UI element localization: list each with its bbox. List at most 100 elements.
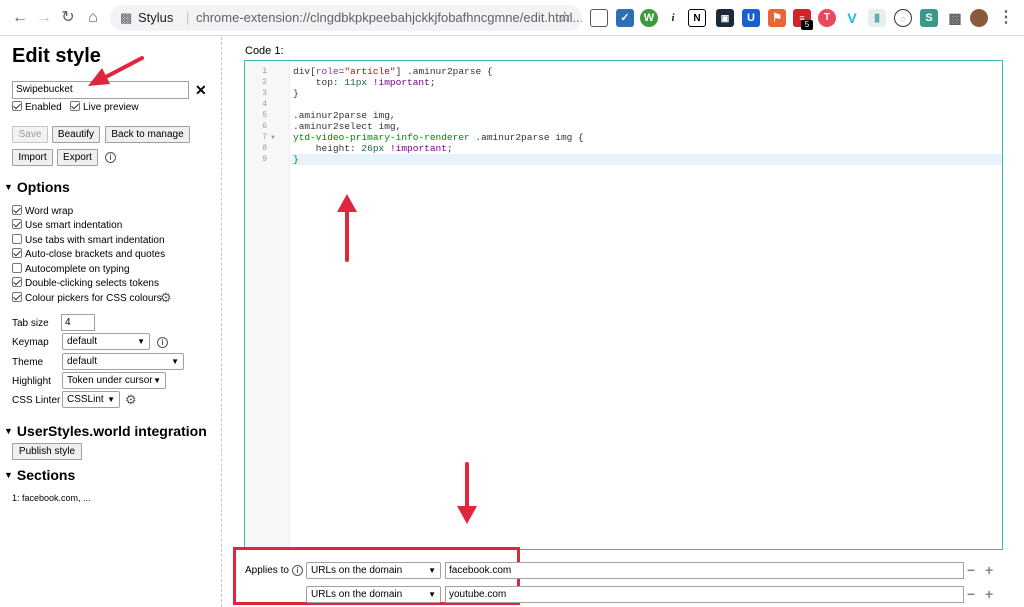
ghost-ext-icon[interactable]: ◌ (894, 9, 912, 27)
url-separator: | (186, 10, 190, 25)
option-autocomplete[interactable]: Autocomplete on typing (12, 263, 130, 275)
highlight-select[interactable]: Token under cursor ▼ (62, 372, 166, 389)
fold-marker-icon[interactable]: ▼ (270, 135, 276, 141)
address-bar[interactable]: ▩ Stylus | chrome-extension://clngdbkpkp… (110, 5, 582, 31)
dark-ext-icon[interactable]: ▣ (716, 9, 734, 27)
css-linter-select[interactable]: CSSLint ▼ (62, 391, 120, 408)
theme-select[interactable]: default ▼ (62, 353, 184, 370)
flag-ext-icon[interactable]: ⚑ (768, 9, 786, 27)
annotation-arrow-applies (457, 462, 477, 524)
card-ext-icon[interactable]: ▮ (868, 9, 886, 27)
url-origin: Stylus (138, 10, 174, 25)
option-auto-close-brackets[interactable]: Auto-close brackets and quotes (12, 248, 165, 260)
applies-value-input[interactable]: youtube.com (445, 586, 964, 603)
save-button[interactable]: Save (12, 126, 48, 143)
profile-avatar[interactable] (970, 9, 988, 27)
notion-ext-icon[interactable]: N (688, 9, 706, 27)
info-icon[interactable]: i (157, 337, 168, 348)
publish-style-button[interactable]: Publish style (12, 443, 82, 460)
tumblr-ext-icon[interactable]: T (818, 9, 836, 27)
pocket-ext-icon[interactable]: ✓ (616, 9, 634, 27)
line-number: 2 (262, 78, 267, 87)
checkbox-icon[interactable] (12, 277, 22, 287)
usw-heading-label: UserStyles.world integration (16, 423, 207, 439)
line-number: 4 (262, 100, 267, 109)
vimeo-ext-icon[interactable]: V (843, 9, 861, 27)
back-to-manage-button[interactable]: Back to manage (105, 126, 190, 143)
checkbox-icon[interactable] (12, 263, 22, 273)
import-button[interactable]: Import (12, 149, 53, 166)
applies-type-select[interactable]: URLs on the domain ▼ (306, 562, 441, 579)
add-rule-icon[interactable]: + (985, 563, 993, 577)
option-label: Double-clicking selects tokens (25, 278, 159, 289)
browser-toolbar: ← → ↻ ⌂ ▩ Stylus | chrome-extension://cl… (0, 0, 1024, 36)
info-icon[interactable]: i (105, 152, 116, 163)
option-colour-pickers[interactable]: Colour pickers for CSS colours (12, 292, 162, 304)
option-label: Colour pickers for CSS colours (25, 293, 162, 304)
bookmark-star-icon[interactable]: ☆ (558, 5, 571, 31)
active-line-highlight (291, 154, 1002, 165)
applies-type-select[interactable]: URLs on the domain ▼ (306, 586, 441, 603)
line-number-gutter: 1 2 3 4 5 6 7 ▼ 8 9 (245, 61, 290, 549)
line-number: 6 (262, 122, 267, 131)
checkbox-icon[interactable] (12, 101, 22, 111)
code-line: ytd-video-primary-info-renderer .aminur2… (293, 132, 584, 143)
more-menu-icon[interactable]: ⋮ (996, 8, 1016, 28)
checkbox-icon[interactable] (12, 219, 22, 229)
options-heading-label: Options (16, 179, 70, 195)
clear-name-icon[interactable]: ✕ (195, 81, 207, 99)
applies-type-value: URLs on the domain (311, 565, 403, 576)
add-rule-icon[interactable]: + (985, 587, 993, 601)
back-arrow-icon[interactable]: ← (10, 8, 30, 28)
checkbox-icon[interactable] (12, 248, 22, 258)
usw-heading[interactable]: ▼ UserStyles.world integration (4, 423, 207, 439)
code-line: } (293, 154, 299, 165)
screenshot-ext-icon[interactable] (590, 9, 608, 27)
option-tabs-smart-indentation[interactable]: Use tabs with smart indentation (12, 234, 165, 246)
sections-heading[interactable]: ▼ Sections (4, 467, 75, 483)
beautify-button[interactable]: Beautify (52, 126, 100, 143)
code-section-label: Code 1: (245, 45, 284, 57)
checkbox-icon[interactable] (12, 205, 22, 215)
code-line: .aminur2select img, (293, 121, 402, 132)
editor-sidebar: Edit style Swipebucket ✕ Enabled Live pr… (0, 37, 222, 607)
applies-value-input[interactable]: facebook.com (445, 562, 964, 579)
forward-arrow-icon[interactable]: → (34, 8, 54, 28)
option-label: Auto-close brackets and quotes (25, 249, 166, 260)
live-preview-checkbox[interactable]: Live preview (70, 101, 139, 113)
wordpress-ext-icon[interactable]: W (640, 9, 658, 27)
checkbox-icon[interactable] (12, 292, 22, 302)
options-heading[interactable]: ▼ Options (4, 179, 70, 195)
enabled-checkbox[interactable]: Enabled (12, 101, 62, 113)
bitwarden-ext-icon[interactable]: U (742, 9, 760, 27)
theme-label: Theme (12, 357, 44, 368)
export-button[interactable]: Export (57, 149, 98, 166)
info-ext-icon[interactable]: i (664, 9, 682, 27)
remove-rule-icon[interactable]: − (967, 587, 975, 601)
option-double-click-tokens[interactable]: Double-clicking selects tokens (12, 277, 159, 289)
puzzle-extensions-icon[interactable]: ▩ (946, 9, 964, 27)
keymap-label: Keymap (12, 337, 49, 348)
option-smart-indentation[interactable]: Use smart indentation (12, 219, 122, 231)
option-word-wrap[interactable]: Word wrap (12, 205, 73, 217)
chevron-down-icon: ▼ (137, 337, 145, 346)
line-number: 7 (262, 133, 267, 142)
section-list-item[interactable]: 1: facebook.com, ... (12, 493, 91, 503)
info-icon[interactable]: i (292, 565, 303, 576)
stylus-ext-icon[interactable]: S (920, 9, 938, 27)
url-text: chrome-extension://clngdbkpkpeebahjckkjf… (196, 10, 582, 25)
home-icon[interactable]: ⌂ (83, 8, 103, 28)
tab-size-input[interactable]: 4 (61, 314, 95, 331)
applies-type-value: URLs on the domain (311, 589, 403, 600)
keymap-select[interactable]: default ▼ (62, 333, 150, 350)
gear-icon[interactable]: ⚙ (160, 291, 172, 304)
chevron-down-icon: ▼ (171, 357, 179, 366)
code-editor[interactable]: 1 2 3 4 5 6 7 ▼ 8 9 div[role="article"] … (244, 60, 1003, 550)
checkbox-icon[interactable] (12, 234, 22, 244)
reload-icon[interactable]: ↻ (58, 8, 78, 28)
line-number: 1 (262, 67, 267, 76)
gear-icon[interactable]: ⚙ (125, 393, 137, 406)
remove-rule-icon[interactable]: − (967, 563, 975, 577)
checkbox-icon[interactable] (70, 101, 80, 111)
option-label: Use smart indentation (25, 220, 123, 231)
